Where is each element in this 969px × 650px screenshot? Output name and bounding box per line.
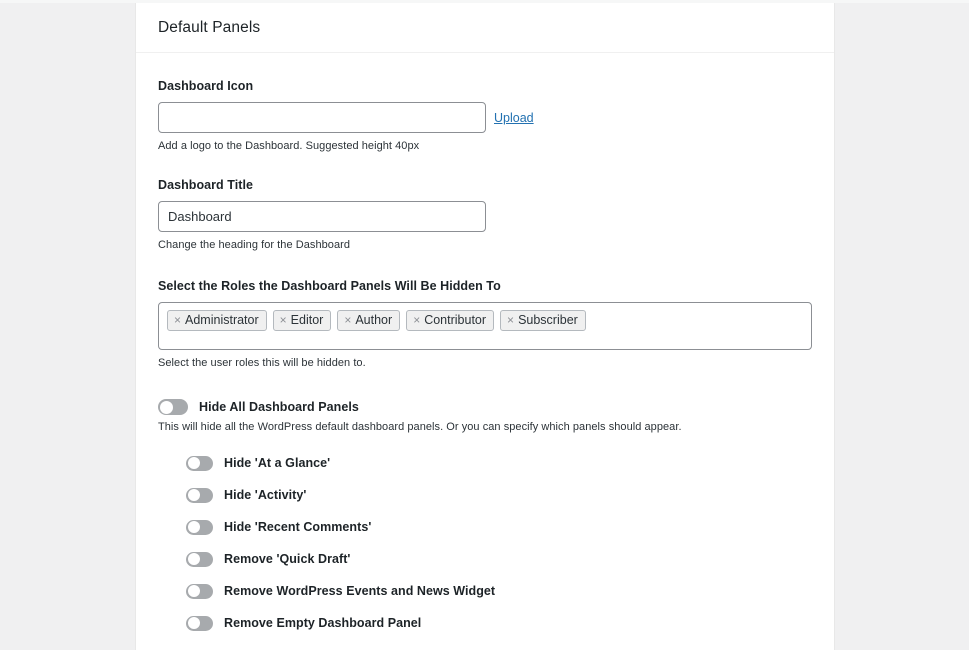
panel-toggle-switch[interactable] [186,487,213,503]
dashboard-icon-label: Dashboard Icon [158,79,254,93]
card-body: Dashboard Icon Upload Add a logo to the … [136,53,834,639]
roles-label: Select the Roles the Dashboard Panels Wi… [158,279,501,293]
panel-toggle-list: Hide 'At a Glance' Hide 'Activity' Hide … [158,447,812,639]
hide-all-toggle-row[interactable]: Hide All Dashboard Panels [158,399,812,415]
role-tag[interactable]: × Contributor [406,310,495,331]
panel-toggle-switch[interactable] [186,551,213,567]
toggle-knob-icon [187,457,200,469]
page-root: Default Panels Dashboard Icon Upload Add… [0,0,969,650]
page-title: Default Panels [158,18,261,36]
panel-toggle-label: Hide 'Recent Comments' [224,520,372,534]
panel-toggle-row[interactable]: Hide 'Activity' [158,479,812,511]
toggle-knob-icon [187,521,200,533]
dashboard-title-description: Change the heading for the Dashboard [158,239,350,251]
remove-icon[interactable]: × [413,314,420,326]
panel-toggle-switch[interactable] [186,455,213,471]
role-tag[interactable]: × Editor [272,310,332,331]
toggle-knob-icon [187,553,200,565]
dashboard-title-label: Dashboard Title [158,178,253,192]
role-tag-label: Subscriber [518,312,578,327]
panel-toggle-row[interactable]: Remove Empty Dashboard Panel [158,607,812,639]
dashboard-icon-field: Dashboard Icon Upload Add a logo to the … [158,79,812,152]
dashboard-icon-description: Add a logo to the Dashboard. Suggested h… [158,140,420,152]
hide-all-field: Hide All Dashboard Panels This will hide… [158,399,812,433]
dashboard-title-field: Dashboard Title Change the heading for t… [158,178,812,251]
settings-card: Default Panels Dashboard Icon Upload Add… [135,3,835,650]
remove-icon[interactable]: × [344,314,351,326]
roles-description: Select the user roles this will be hidde… [158,357,366,369]
remove-icon[interactable]: × [280,314,287,326]
hide-all-toggle-switch[interactable] [158,399,188,415]
panel-toggle-row[interactable]: Remove 'Quick Draft' [158,543,812,575]
panel-toggle-label: Hide 'At a Glance' [224,456,331,470]
panel-toggle-switch[interactable] [186,519,213,535]
hide-all-description: This will hide all the WordPress default… [158,421,682,433]
role-tag[interactable]: × Subscriber [500,310,586,331]
panel-toggle-label: Remove WordPress Events and News Widget [224,584,496,598]
panel-toggle-label: Hide 'Activity' [224,488,307,502]
panel-toggle-row[interactable]: Hide 'Recent Comments' [158,511,812,543]
toggle-knob-icon [187,489,200,501]
role-tag[interactable]: × Author [337,310,401,331]
panel-toggle-label: Remove 'Quick Draft' [224,552,351,566]
roles-field: Select the Roles the Dashboard Panels Wi… [158,279,812,369]
toggle-knob-icon [159,400,173,414]
roles-multiselect[interactable]: × Administrator × Editor × Author × Cont… [158,302,812,350]
toggle-knob-icon [187,585,200,597]
role-tag-label: Administrator [185,312,259,327]
dashboard-icon-input[interactable] [158,102,486,133]
panel-toggle-row[interactable]: Hide 'At a Glance' [158,447,812,479]
remove-icon[interactable]: × [174,314,181,326]
toggle-knob-icon [187,617,200,629]
dashboard-title-input[interactable] [158,201,486,232]
card-header: Default Panels [136,3,834,53]
role-tag-label: Editor [290,312,324,327]
panel-toggle-switch[interactable] [186,615,213,631]
dashboard-icon-row: Upload [158,102,812,133]
upload-link[interactable]: Upload [494,111,534,125]
role-tag-label: Author [355,312,393,327]
panel-toggle-label: Remove Empty Dashboard Panel [224,616,422,630]
role-tag-label: Contributor [424,312,487,327]
remove-icon[interactable]: × [507,314,514,326]
panel-toggle-row[interactable]: Remove WordPress Events and News Widget [158,575,812,607]
hide-all-toggle-label: Hide All Dashboard Panels [199,400,359,414]
role-tag[interactable]: × Administrator [167,310,267,331]
panel-toggle-switch[interactable] [186,583,213,599]
